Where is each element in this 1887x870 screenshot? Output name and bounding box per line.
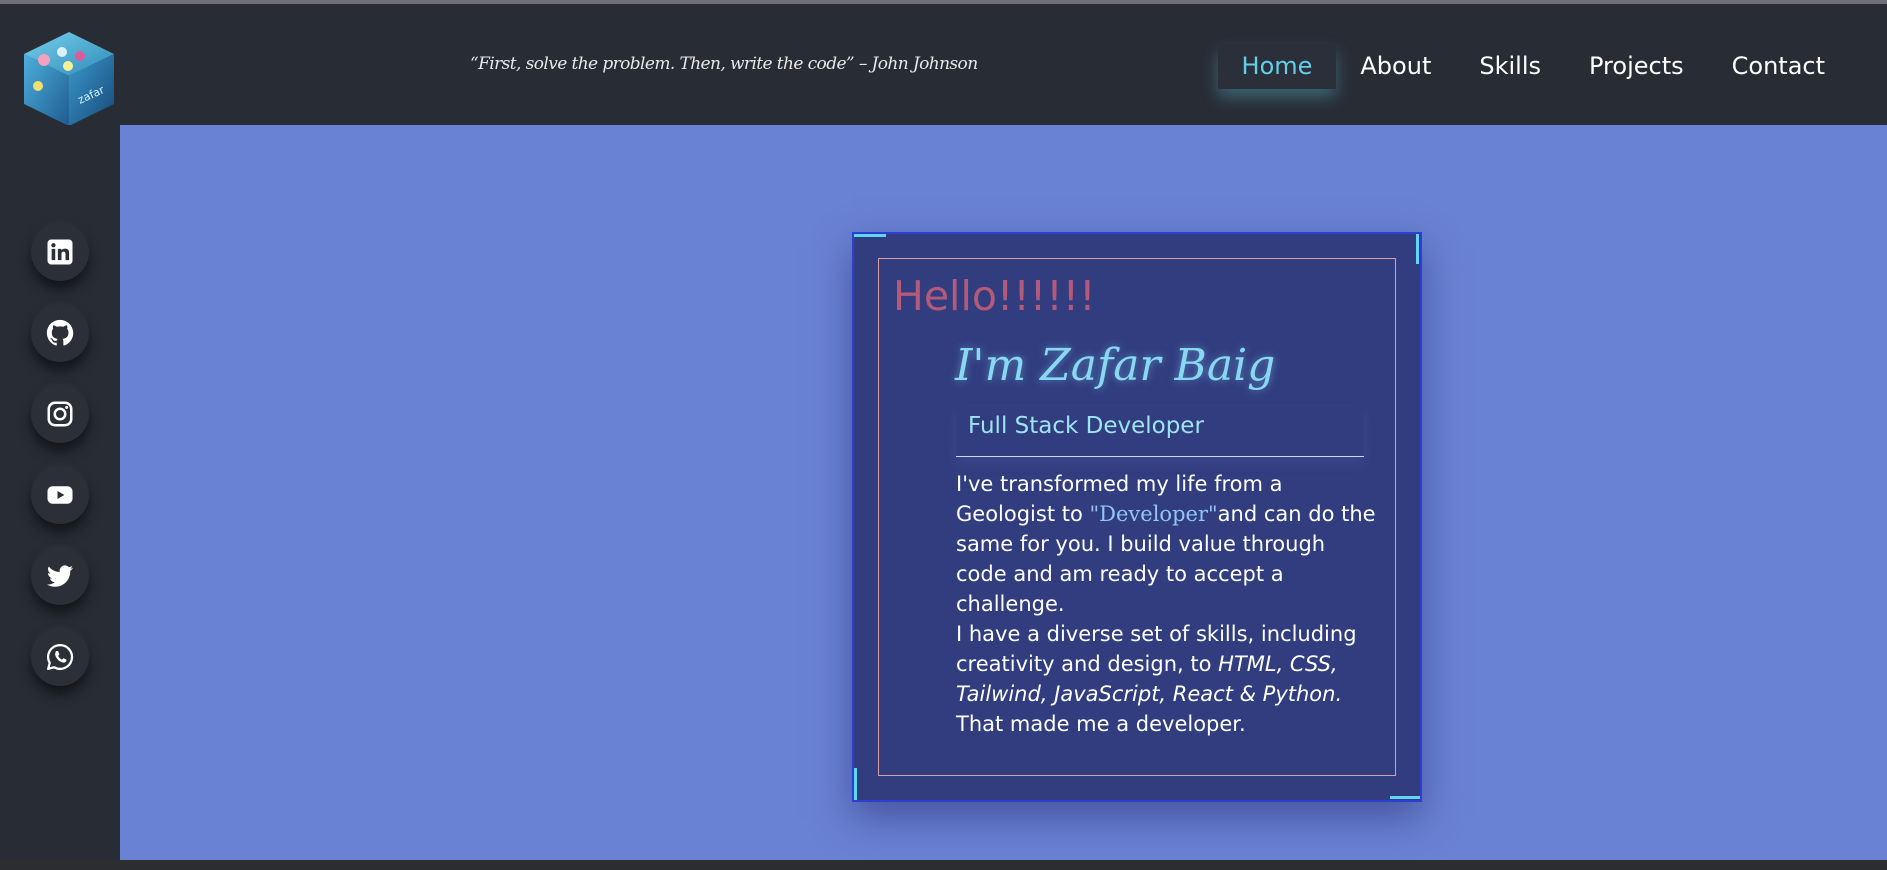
instagram-link[interactable] bbox=[31, 385, 89, 443]
linkedin-icon bbox=[47, 239, 73, 265]
whatsapp-link[interactable] bbox=[31, 628, 89, 686]
social-sidebar bbox=[0, 125, 120, 860]
bio-text: I've transformed my life from a Geologis… bbox=[956, 469, 1376, 739]
twitter-link[interactable] bbox=[31, 547, 89, 605]
role-subtitle: Full Stack Developer bbox=[956, 407, 1364, 457]
twitter-icon bbox=[46, 565, 74, 587]
instagram-icon bbox=[47, 401, 73, 427]
nav-skills[interactable]: Skills bbox=[1455, 44, 1565, 89]
youtube-icon bbox=[47, 486, 73, 504]
bio-line-2b: That made me a developer. bbox=[956, 712, 1246, 736]
github-icon bbox=[46, 319, 74, 346]
header-quote: “First, solve the problem. Then, write t… bbox=[470, 54, 978, 74]
github-link[interactable] bbox=[31, 304, 89, 362]
card-corner-top-left bbox=[854, 234, 886, 237]
whatsapp-icon bbox=[47, 643, 74, 670]
nav-about[interactable]: About bbox=[1336, 44, 1455, 89]
taskbar-strip bbox=[0, 860, 1887, 870]
cube-logo-icon: zafar bbox=[24, 32, 114, 126]
main-nav: Home About Skills Projects Contact bbox=[1217, 44, 1849, 89]
linkedin-link[interactable] bbox=[31, 223, 89, 281]
nav-projects[interactable]: Projects bbox=[1565, 44, 1708, 89]
youtube-link[interactable] bbox=[31, 466, 89, 524]
card-corner-bottom-right bbox=[1390, 796, 1420, 799]
bio-highlight-developer: "Developer" bbox=[1089, 502, 1218, 526]
card-corner-top-right bbox=[1416, 234, 1419, 264]
card-corner-bottom-left bbox=[854, 768, 857, 800]
logo-cube[interactable]: zafar bbox=[22, 30, 116, 128]
hello-heading: Hello!!!!!! bbox=[893, 272, 1096, 320]
name-heading: I'm Zafar Baig bbox=[955, 340, 1276, 391]
nav-contact[interactable]: Contact bbox=[1708, 44, 1849, 89]
nav-home[interactable]: Home bbox=[1217, 44, 1337, 89]
site-header: zafar “First, solve the problem. Then, w… bbox=[0, 4, 1887, 128]
